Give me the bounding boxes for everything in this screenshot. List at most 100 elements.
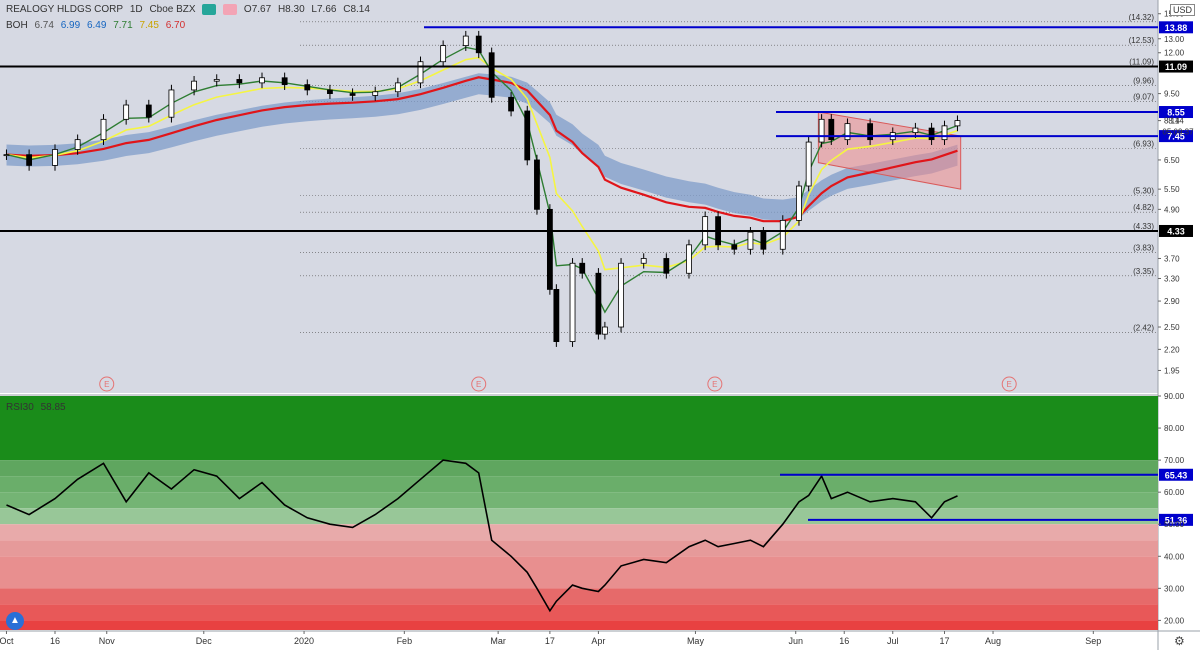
rsi-axis-label: 30.00 <box>1164 584 1185 593</box>
time-axis-label: Feb <box>397 636 413 646</box>
candle-body[interactable] <box>595 272 602 335</box>
candle-body[interactable] <box>372 91 379 96</box>
candle-body[interactable] <box>52 149 58 166</box>
candle-body[interactable] <box>281 77 288 86</box>
symbol-name[interactable]: REALOGY HLDGS CORP <box>6 4 123 15</box>
rsi-band-10 <box>0 620 1158 630</box>
candle-body[interactable] <box>349 93 356 96</box>
candle-body[interactable] <box>168 89 175 118</box>
candle-body[interactable] <box>618 262 624 328</box>
currency-label[interactable]: USD <box>1170 4 1196 16</box>
price-axis-label: 1.95 <box>1164 366 1180 375</box>
rsi-band-7 <box>0 556 1158 589</box>
ohlc-open: O7.67 <box>243 4 272 16</box>
rsi-level-tag-label: 65.43 <box>1165 470 1188 480</box>
price-axis-label: 5.50 <box>1164 185 1180 194</box>
candle-body[interactable] <box>796 185 802 221</box>
candle-body[interactable] <box>779 220 786 250</box>
dotted-level-label: (4.82) <box>1133 203 1154 212</box>
candle-body[interactable] <box>462 35 469 47</box>
time-axis-label: 17 <box>545 636 555 646</box>
candle-body[interactable] <box>640 258 647 264</box>
level-tag-label: 11.09 <box>1165 62 1187 72</box>
time-axis-label: Aug <box>985 636 1001 646</box>
candle-body[interactable] <box>954 120 961 127</box>
rsi-band-3 <box>0 492 1158 509</box>
interval-label[interactable]: 1D <box>130 4 143 15</box>
dotted-level-label: (12.53) <box>1129 36 1155 45</box>
chart-svg[interactable]: (14.32) (12.53) (11.09) (9.96) (9.07) (6.93) (… <box>0 0 1200 650</box>
candle-body[interactable] <box>191 80 197 91</box>
rsi-band-0 <box>0 396 1158 461</box>
candle-body[interactable] <box>488 52 495 98</box>
dotted-level-label: (14.32) <box>1129 13 1155 22</box>
time-axis-label: Jul <box>887 636 899 646</box>
candle-body[interactable] <box>928 127 935 141</box>
candle-body[interactable] <box>524 110 531 161</box>
indicator-legend[interactable]: BOH 6.74 6.99 6.49 7.71 7.45 6.70 <box>6 20 189 31</box>
candle-body[interactable] <box>912 127 919 134</box>
candle-body[interactable] <box>686 244 692 274</box>
compare-icon[interactable] <box>223 4 238 15</box>
candle-body[interactable] <box>417 61 424 84</box>
candle-body[interactable] <box>145 104 152 118</box>
candle-body[interactable] <box>818 118 825 143</box>
candle-body[interactable] <box>747 231 754 250</box>
indicator-name: BOH <box>6 20 28 31</box>
earnings-marker-label: E <box>476 380 481 389</box>
rsi-axis-label: 50.00 <box>1164 520 1185 529</box>
candle-body[interactable] <box>553 289 560 342</box>
candle-body[interactable] <box>760 231 767 250</box>
candle-body[interactable] <box>394 82 401 93</box>
settings-icon[interactable]: ⚙ <box>1174 634 1185 648</box>
dotted-level-label: (3.35) <box>1133 267 1154 276</box>
dotted-level-label: (4.33) <box>1133 222 1154 231</box>
candle-body[interactable] <box>508 96 514 112</box>
rsi-axis-label: 20.00 <box>1164 616 1185 625</box>
time-axis-label: 16 <box>839 636 849 646</box>
price-axis-label: 8.14 <box>1164 117 1180 126</box>
rsi-legend[interactable]: RSI30 58.85 <box>6 402 70 413</box>
candle-body[interactable] <box>569 262 576 342</box>
candle-body[interactable] <box>304 84 311 91</box>
price-axis-label: 9.50 <box>1164 90 1180 99</box>
visibility-toggle-icon[interactable] <box>202 4 217 15</box>
logo-icon[interactable]: ▲ <box>6 612 24 630</box>
rsi-band-8 <box>0 588 1158 605</box>
candle-body[interactable] <box>844 123 851 141</box>
candle-body[interactable] <box>867 123 874 141</box>
candle-body[interactable] <box>534 159 540 210</box>
rsi-title: RSI30 <box>6 402 34 413</box>
candle-body[interactable] <box>123 104 130 120</box>
candle-body[interactable] <box>100 118 107 141</box>
rsi-band-6 <box>0 540 1158 557</box>
rsi-band-1 <box>0 460 1158 477</box>
candle-body[interactable] <box>440 45 447 63</box>
candle-body[interactable] <box>579 262 586 274</box>
candle-body[interactable] <box>74 139 81 150</box>
candle-body[interactable] <box>327 89 333 94</box>
price-axis-label: 2.20 <box>1164 345 1180 354</box>
price-axis-label: 4.90 <box>1164 205 1180 214</box>
candle-body[interactable] <box>213 79 220 82</box>
candle-body[interactable] <box>805 141 812 187</box>
exchange-label: Cboe BZX <box>149 4 196 16</box>
candle-body[interactable] <box>259 77 265 84</box>
rsi-band-4 <box>0 508 1158 525</box>
candle-body[interactable] <box>475 35 482 54</box>
candle-body[interactable] <box>941 125 948 141</box>
candle-body[interactable] <box>663 258 670 274</box>
candle-body[interactable] <box>731 244 738 250</box>
candle-body[interactable] <box>236 79 243 84</box>
time-axis-label: 17 <box>940 636 950 646</box>
rsi-axis-label: 60.00 <box>1164 488 1185 497</box>
dotted-level-label: (9.07) <box>1133 93 1154 102</box>
rsi-band-9 <box>0 604 1158 621</box>
candle-body[interactable] <box>546 208 553 290</box>
boh-value-3: 6.49 <box>86 20 107 31</box>
candle-body[interactable] <box>3 154 10 157</box>
price-axis-label: 2.50 <box>1164 323 1180 332</box>
candle-body[interactable] <box>601 326 608 335</box>
time-axis-label: Sep <box>1085 636 1101 646</box>
candle-body[interactable] <box>26 154 33 166</box>
